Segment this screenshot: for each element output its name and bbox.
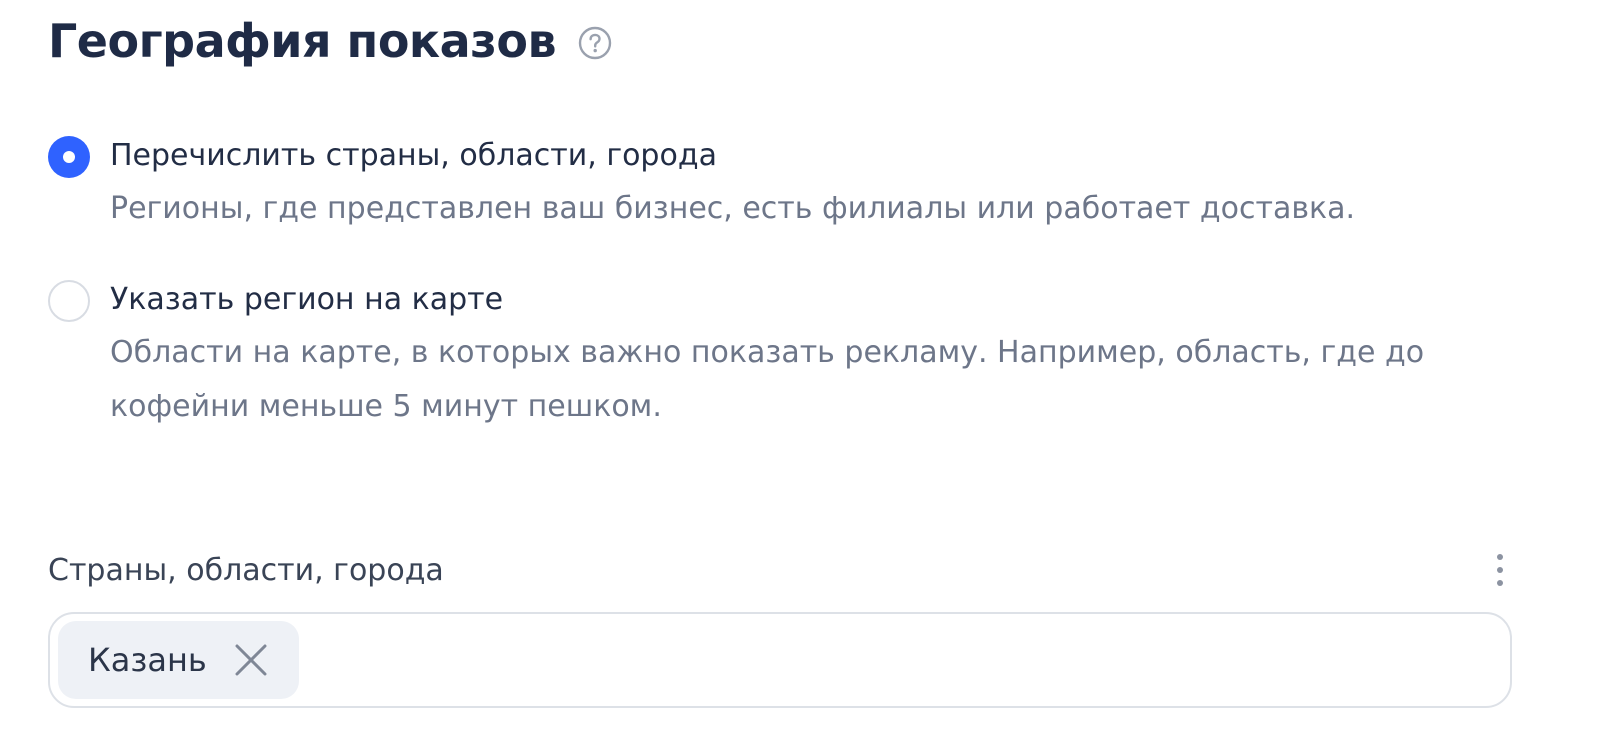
option-map-region[interactable]: Указать регион на карте Области на карте… [48,278,1450,434]
option-list-regions-label: Перечислить страны, области, города [110,138,717,173]
regions-field-header: Страны, области, города [48,546,1508,594]
region-chip: Казань [58,621,299,699]
option-list-regions-text: Перечислить страны, области, города Реги… [110,134,1450,236]
option-map-region-label: Указать регион на карте [110,282,504,317]
vertical-dots-icon[interactable] [1492,548,1508,592]
section-title: География показов [48,14,557,68]
option-list-regions[interactable]: Перечислить страны, области, города Реги… [48,134,1450,236]
regions-field-label: Страны, области, города [48,552,444,588]
region-chip-label: Казань [88,641,207,679]
section-header: География показов [48,8,612,74]
option-map-region-text: Указать регион на карте Области на карте… [110,278,1450,434]
regions-tag-input[interactable]: Казань [48,612,1512,708]
question-circle-icon[interactable] [578,26,612,60]
close-icon[interactable] [233,642,269,678]
radio-map-region[interactable] [48,280,90,322]
option-map-region-description: Области на карте, в которых важно показа… [110,335,1425,424]
radio-list-regions[interactable] [48,136,90,178]
option-list-regions-description: Регионы, где представлен ваш бизнес, ест… [110,191,1356,226]
